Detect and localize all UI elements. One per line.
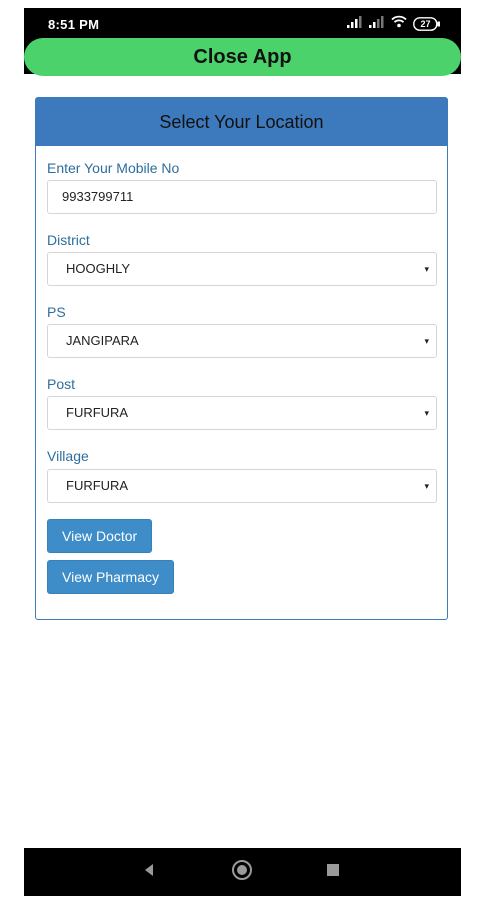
ps-selected-value: JANGIPARA [66,333,139,348]
form-title: Select Your Location [36,98,447,146]
mobile-number-input[interactable]: 9933799711 [47,180,437,214]
ps-select[interactable]: JANGIPARA ▾ [47,324,437,358]
view-doctor-button[interactable]: View Doctor [47,519,153,553]
status-icons: 27 [347,15,441,33]
district-select[interactable]: HOOGHLY ▾ [47,252,437,286]
navigation-bar [24,848,461,896]
chevron-down-icon: ▾ [424,481,429,491]
status-bar: 8:51 PM 27 Close App [24,8,461,76]
district-selected-value: HOOGHLY [66,261,131,276]
post-select[interactable]: FURFURA ▾ [47,396,437,430]
chevron-down-icon: ▾ [424,336,429,346]
village-label: Village [47,448,89,464]
recents-button[interactable] [309,848,357,896]
recents-icon [326,863,340,882]
post-label: Post [47,376,76,392]
signal-icon [347,15,363,33]
location-form-card: Select Your Location Enter Your Mobile N… [35,97,448,620]
close-app-button[interactable]: Close App [24,38,461,76]
battery-level: 27 [420,19,431,29]
mobile-label: Enter Your Mobile No [47,160,180,176]
wifi-icon [391,15,407,33]
village-select[interactable]: FURFURA ▾ [47,469,437,503]
ps-label: PS [47,304,66,320]
signal-icon [369,15,385,33]
back-button[interactable] [125,848,173,896]
chevron-down-icon: ▾ [424,264,429,274]
village-selected-value: FURFURA [66,478,129,493]
post-selected-value: FURFURA [66,405,129,420]
district-label: District [47,232,90,248]
back-icon [142,863,156,882]
chevron-down-icon: ▾ [424,408,429,418]
battery-icon: 27 [413,17,441,31]
phone-screen: 8:51 PM 27 Close App Select Your Locatio… [24,8,461,896]
status-time: 8:51 PM [48,17,100,32]
home-button[interactable] [218,848,266,896]
home-icon [231,859,253,886]
view-pharmacy-button[interactable]: View Pharmacy [47,560,175,594]
